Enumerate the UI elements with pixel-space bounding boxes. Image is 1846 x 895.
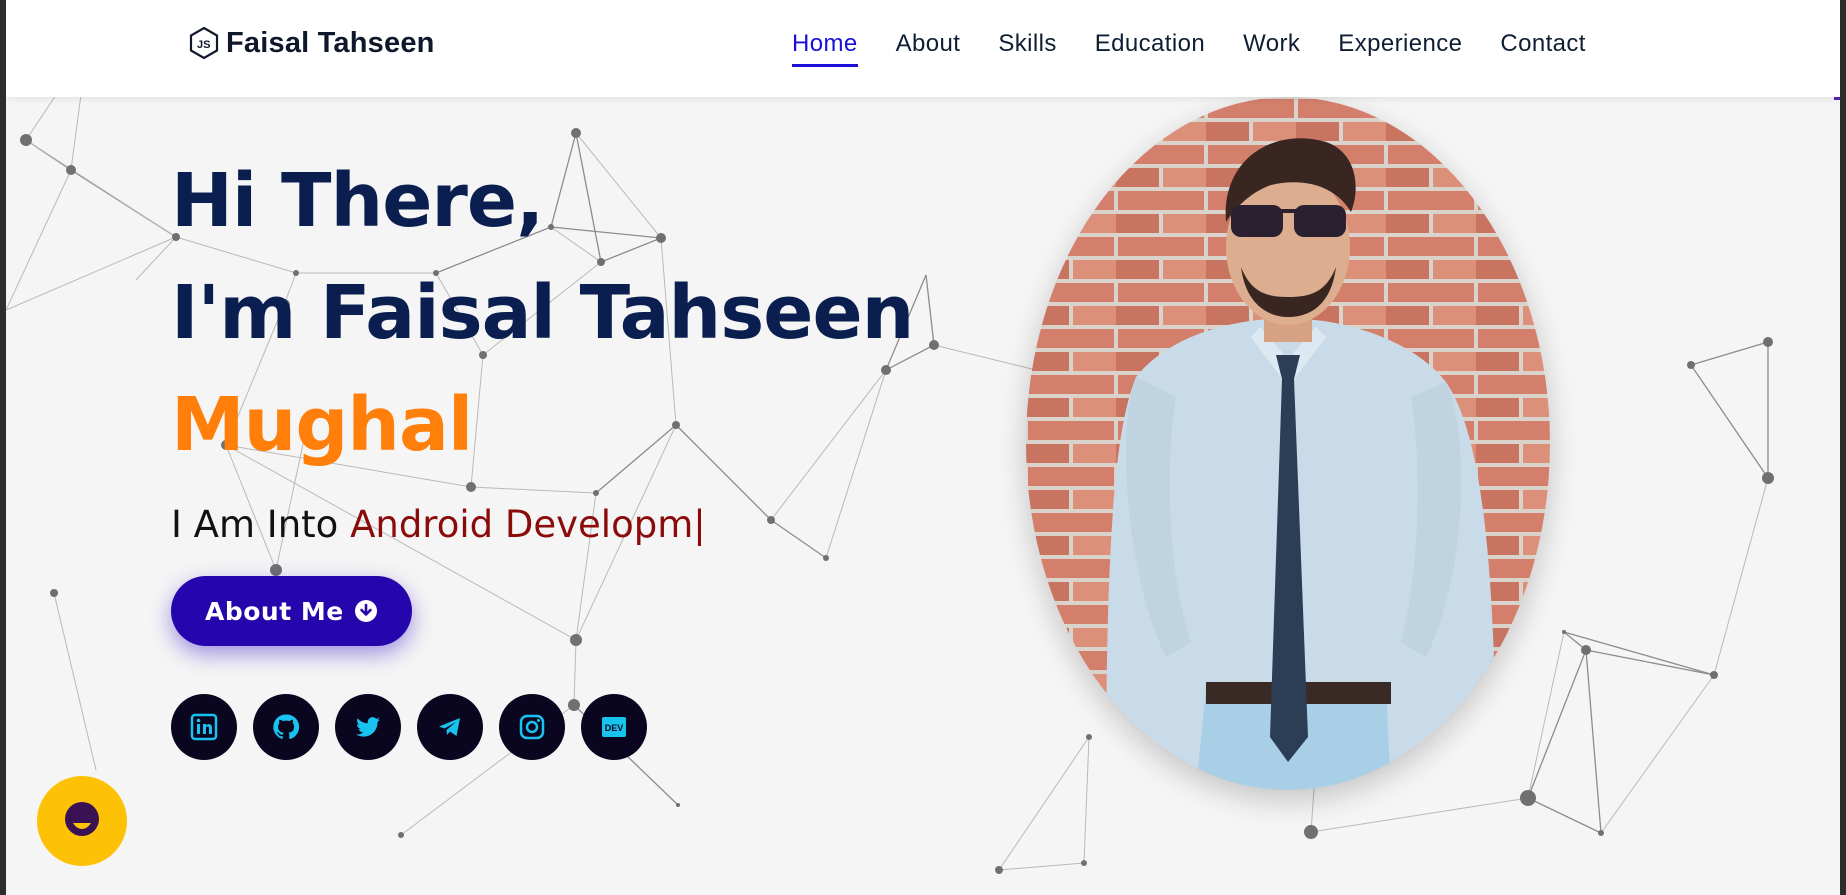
into-prefix: I Am Into bbox=[171, 503, 351, 546]
svg-text:JS: JS bbox=[197, 39, 210, 51]
hero-section: Hi There, I'm Faisal Tahseen Mughal I Am… bbox=[171, 145, 914, 760]
telegram-link[interactable] bbox=[417, 694, 483, 760]
navbar: JS Faisal Tahseen Home About Skills Educ… bbox=[6, 0, 1840, 97]
nav-education[interactable]: Education bbox=[1095, 30, 1205, 67]
linkedin-link[interactable] bbox=[171, 694, 237, 760]
nav-work[interactable]: Work bbox=[1243, 30, 1300, 67]
arrow-circle-down-icon bbox=[354, 600, 377, 622]
hero-name: I'm Faisal Tahseen bbox=[171, 270, 914, 356]
brand-link[interactable]: JS Faisal Tahseen bbox=[188, 26, 435, 60]
dev-icon: DEV bbox=[602, 717, 626, 737]
page: JS Faisal Tahseen Home About Skills Educ… bbox=[6, 0, 1840, 895]
chat-bubble-icon bbox=[65, 802, 99, 836]
chat-widget-button[interactable] bbox=[37, 776, 127, 866]
linkedin-icon bbox=[190, 713, 218, 741]
profile-photo-illustration bbox=[1026, 97, 1550, 790]
nav-about[interactable]: About bbox=[896, 30, 961, 67]
social-links: DEV bbox=[171, 694, 913, 760]
dev-icon-text: DEV bbox=[605, 723, 624, 733]
twitter-icon bbox=[356, 717, 380, 737]
nav-contact[interactable]: Contact bbox=[1500, 30, 1586, 67]
twitter-link[interactable] bbox=[335, 694, 401, 760]
dev-link[interactable]: DEV bbox=[581, 694, 647, 760]
nodejs-logo-icon: JS bbox=[189, 26, 219, 60]
github-link[interactable] bbox=[253, 694, 319, 760]
hero-surname: Mughal bbox=[171, 382, 473, 468]
about-me-button[interactable]: About Me bbox=[171, 576, 412, 646]
main-nav: Home About Skills Education Work Experie… bbox=[792, 30, 1624, 67]
about-me-label: About Me bbox=[205, 596, 344, 626]
profile-photo bbox=[1026, 97, 1550, 790]
nav-experience[interactable]: Experience bbox=[1338, 30, 1462, 67]
instagram-icon bbox=[519, 714, 545, 740]
brand-name: Faisal Tahseen bbox=[226, 26, 435, 59]
telegram-icon bbox=[439, 718, 460, 736]
instagram-link[interactable] bbox=[499, 694, 565, 760]
hero-greeting: Hi There, bbox=[171, 158, 544, 244]
typed-text: Android Developm| bbox=[350, 503, 706, 546]
github-icon bbox=[273, 714, 300, 740]
hero-typing-line: I Am Into Android Developm| bbox=[171, 503, 913, 546]
nav-skills[interactable]: Skills bbox=[998, 30, 1056, 67]
nav-home[interactable]: Home bbox=[792, 30, 858, 67]
